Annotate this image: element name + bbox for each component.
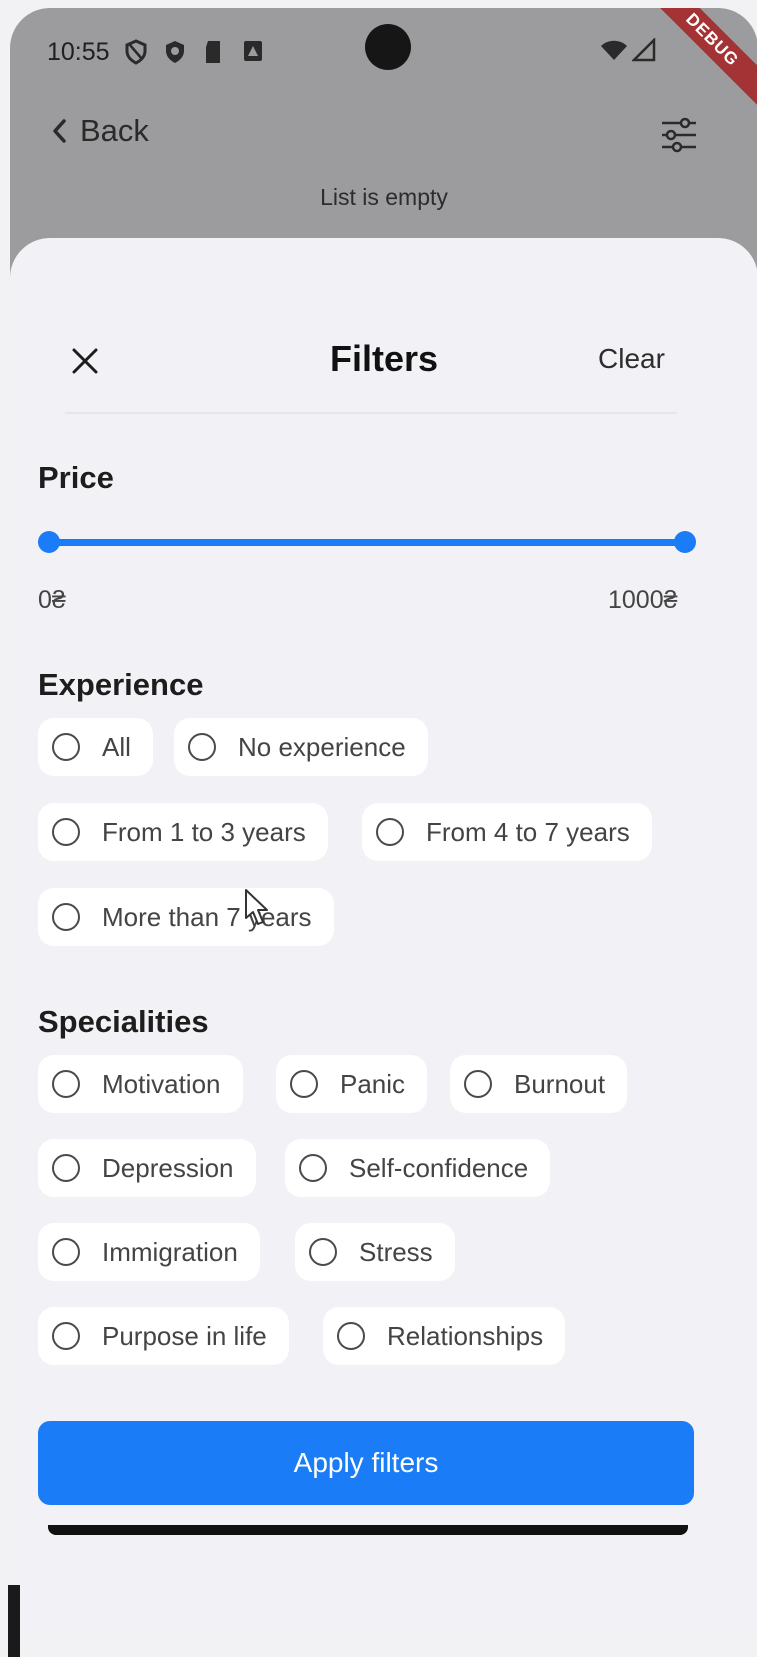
speciality-option-relationships[interactable]: Relationships [323,1307,566,1365]
chevron-left-icon [53,119,66,143]
speciality-option-stress[interactable]: Stress [295,1223,455,1281]
back-button[interactable]: Back [50,113,149,149]
price-slider-min-handle[interactable] [38,531,60,553]
radio-icon [52,1238,80,1266]
back-label: Back [80,113,149,148]
specialities-section-title: Specialities [38,1004,209,1039]
radio-icon [309,1238,337,1266]
device-frame: 10:55 DEBUG Back List is empty Filters C… [0,0,757,1657]
experience-option-all[interactable]: All [38,718,153,776]
speciality-option-panic[interactable]: Panic [276,1055,428,1113]
signal-icon [630,36,656,67]
option-label: All [102,731,131,762]
experience-section-title: Experience [38,667,204,702]
debug-banner: DEBUG [645,8,757,107]
radio-icon [290,1070,318,1098]
device-side-edge [8,1585,20,1657]
filters-sheet: Filters Clear Price 0₴ 1000₴ Experience … [10,238,757,1633]
radio-icon [464,1070,492,1098]
header-divider [65,412,677,414]
option-label: Burnout [514,1068,606,1099]
sheet-header: Filters Clear [10,238,757,408]
radio-icon [299,1154,327,1182]
experience-option-none[interactable]: No experience [174,718,428,776]
speciality-option-depression[interactable]: Depression [38,1139,256,1197]
speciality-option-self-confidence[interactable]: Self-confidence [285,1139,551,1197]
speciality-option-purpose[interactable]: Purpose in life [38,1307,289,1365]
mouse-cursor-icon [243,888,271,933]
option-label: From 4 to 7 years [426,816,630,847]
empty-list-message: List is empty [320,184,448,210]
option-label: Immigration [102,1236,238,1267]
status-bar: 10:55 DEBUG [10,8,757,107]
option-label: No experience [238,731,406,762]
option-label: Relationships [387,1320,544,1351]
apply-filters-button[interactable]: Apply filters [38,1421,694,1505]
status-time: 10:55 [47,38,110,66]
radio-icon [52,733,80,761]
option-label: More than 7 years [102,901,312,932]
device-bottom-edge [48,1525,688,1535]
speciality-option-burnout[interactable]: Burnout [450,1055,628,1113]
experience-option-7-plus[interactable]: More than 7 years [38,888,334,946]
experience-option-4-7[interactable]: From 4 to 7 years [362,803,652,861]
radio-icon [52,818,80,846]
price-min-label: 0₴ [38,586,66,614]
front-camera [365,24,411,70]
radio-icon [337,1322,365,1350]
option-label: Panic [340,1068,406,1099]
option-label: Depression [102,1152,234,1183]
radio-icon [52,1154,80,1182]
speciality-option-motivation[interactable]: Motivation [38,1055,243,1113]
screenshot-icon [242,39,264,68]
option-label: Motivation [102,1068,221,1099]
shield-icon [163,39,187,70]
option-label: From 1 to 3 years [102,816,306,847]
radio-icon [376,818,404,846]
option-label: Purpose in life [102,1320,267,1351]
clear-button[interactable]: Clear [598,343,665,375]
price-max-label: 1000₴ [608,586,678,614]
price-slider-track[interactable] [48,539,684,546]
wifi-icon [600,38,628,67]
sim-card-icon [202,39,224,70]
radio-icon [52,1322,80,1350]
shield-outline-icon [124,39,148,70]
radio-icon [52,903,80,931]
radio-icon [52,1070,80,1098]
radio-icon [188,733,216,761]
filter-settings-icon[interactable] [660,116,698,159]
experience-option-1-3[interactable]: From 1 to 3 years [38,803,328,861]
price-slider-max-handle[interactable] [674,531,696,553]
option-label: Self-confidence [349,1152,529,1183]
speciality-option-immigration[interactable]: Immigration [38,1223,260,1281]
option-label: Stress [359,1236,433,1267]
phone-screen: 10:55 DEBUG Back List is empty Filters C… [10,8,757,1633]
price-section-title: Price [38,460,114,495]
